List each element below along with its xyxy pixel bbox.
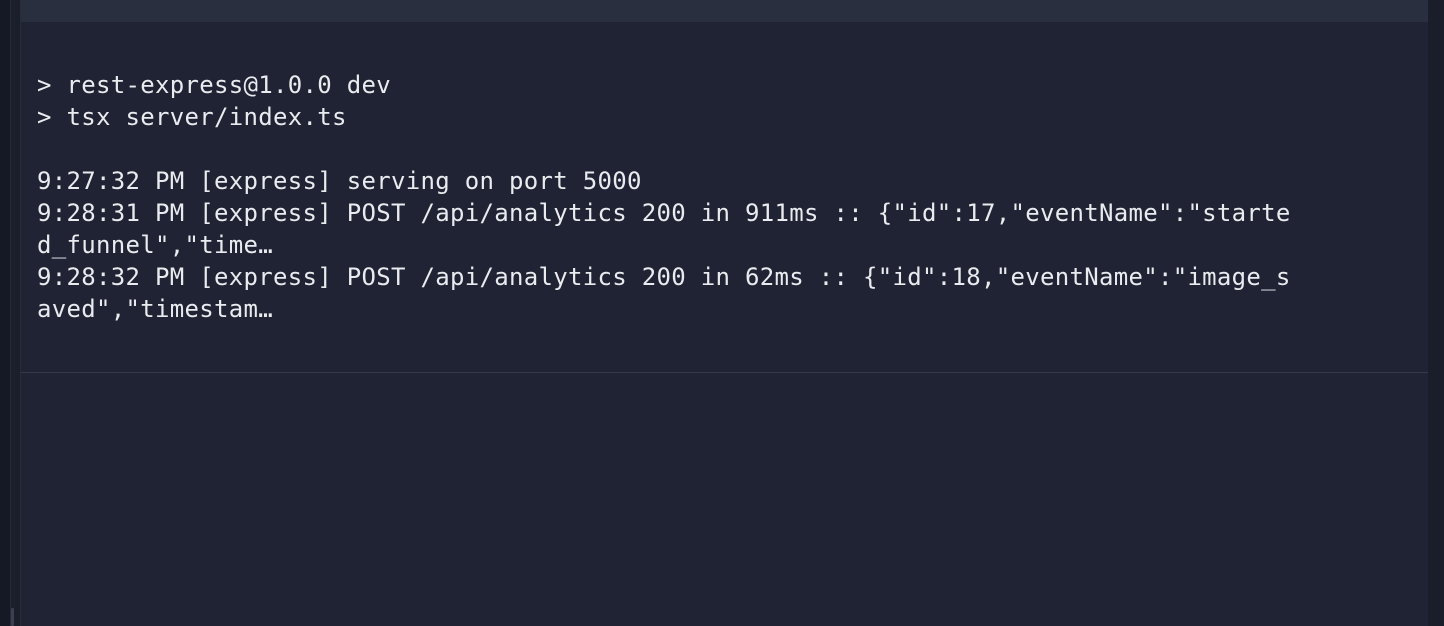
panel-top-bar <box>21 0 1428 22</box>
console-line: 9:28:31 PM [express] POST /api/analytics… <box>37 199 1291 227</box>
terminal-app: > rest-express@1.0.0 dev > tsx server/in… <box>0 0 1444 626</box>
console-line: 9:27:32 PM [express] serving on port 500… <box>37 167 642 195</box>
left-gutter <box>0 0 11 626</box>
console-line: 9:28:32 PM [express] POST /api/analytics… <box>37 263 1291 291</box>
console-line: > tsx server/index.ts <box>37 103 347 131</box>
resize-handle[interactable] <box>11 608 14 626</box>
right-gutter <box>1427 0 1444 626</box>
console-output[interactable]: > rest-express@1.0.0 dev > tsx server/in… <box>37 69 1412 369</box>
empty-console-area <box>21 373 1428 626</box>
console-line: > rest-express@1.0.0 dev <box>37 71 391 99</box>
console-panel: > rest-express@1.0.0 dev > tsx server/in… <box>20 0 1428 626</box>
console-line: d_funnel","time… <box>37 231 273 259</box>
console-line: aved","timestam… <box>37 295 273 323</box>
